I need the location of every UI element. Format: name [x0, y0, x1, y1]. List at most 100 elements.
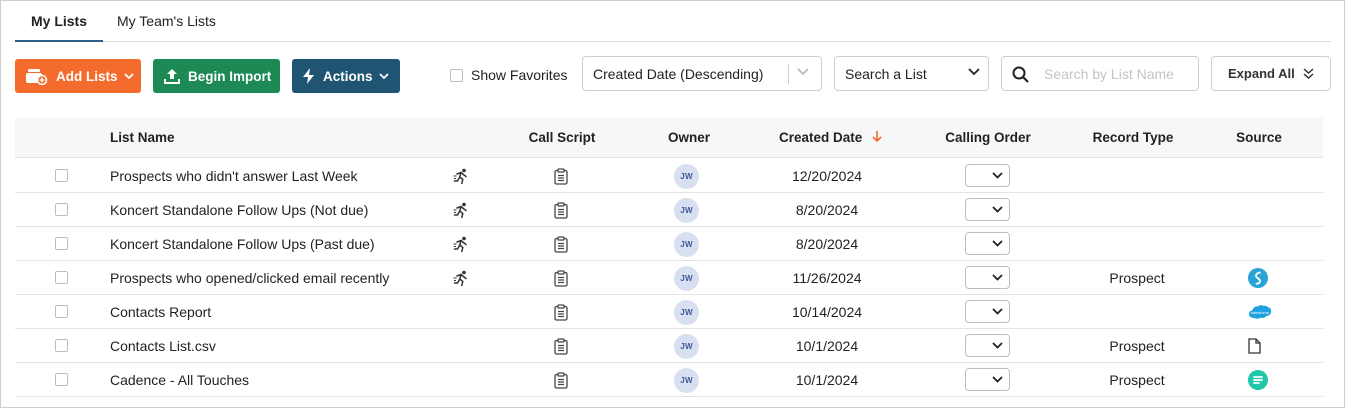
table-row[interactable]: Contacts List.csv JW 10/1/2024 Prospect: [15, 329, 1323, 363]
calling-order-select[interactable]: [965, 198, 1010, 221]
clipboard-icon[interactable]: [554, 167, 568, 185]
list-name[interactable]: Contacts Report: [110, 295, 211, 329]
source-cell: salesforce: [1248, 295, 1272, 329]
clipboard-icon[interactable]: [554, 371, 568, 389]
clipboard-icon[interactable]: [554, 235, 568, 253]
list-name[interactable]: Prospects who didn't answer Last Week: [110, 159, 358, 193]
owner-avatar[interactable]: JW: [674, 265, 699, 291]
actions-label: Actions: [323, 68, 373, 84]
source-cell: [1248, 329, 1261, 363]
column-header-list-name[interactable]: List Name: [110, 118, 175, 158]
search-input[interactable]: [1044, 64, 1192, 84]
runner-icon[interactable]: [453, 236, 470, 253]
chevron-down-icon: [992, 308, 1003, 315]
table-row[interactable]: Koncert Standalone Follow Ups (Not due) …: [15, 193, 1323, 227]
show-favorites-toggle[interactable]: Show Favorites: [450, 67, 567, 83]
column-header-source[interactable]: Source: [1236, 118, 1282, 158]
table-row[interactable]: Koncert Standalone Follow Ups (Past due)…: [15, 227, 1323, 261]
chevron-down-icon: [992, 206, 1003, 213]
sort-order-select[interactable]: Created Date (Descending): [582, 56, 822, 91]
search-box[interactable]: [1001, 56, 1199, 91]
column-header-owner[interactable]: Owner: [668, 118, 710, 158]
call-script-cell: [554, 193, 568, 227]
calling-order-select[interactable]: [965, 266, 1010, 289]
double-chevron-down-icon: [1303, 68, 1314, 79]
tab-bar: My Lists My Team's Lists: [15, 1, 1331, 42]
table-row[interactable]: Prospects who didn't answer Last Week JW…: [15, 159, 1323, 193]
owner-avatar[interactable]: JW: [674, 299, 699, 325]
owner-avatar[interactable]: JW: [674, 333, 699, 359]
chevron-down-icon: [992, 240, 1003, 247]
runner-icon-cell: [453, 261, 470, 295]
list-name[interactable]: Koncert Standalone Follow Ups (Past due): [110, 227, 375, 261]
row-checkbox[interactable]: [55, 305, 68, 318]
table-row[interactable]: Contacts Report JW 10/14/2024 salesforce: [15, 295, 1323, 329]
owner-cell: JW: [674, 193, 699, 227]
row-checkbox[interactable]: [55, 339, 68, 352]
runner-icon[interactable]: [453, 168, 470, 185]
add-lists-button[interactable]: Add Lists: [15, 59, 141, 93]
clipboard-icon[interactable]: [554, 201, 568, 219]
calling-order-select[interactable]: [965, 334, 1010, 357]
owner-cell: JW: [674, 159, 699, 193]
runner-icon[interactable]: [453, 270, 470, 287]
chevron-down-icon: [378, 72, 389, 79]
calling-order-select[interactable]: [965, 232, 1010, 255]
owner-cell: JW: [674, 227, 699, 261]
list-name[interactable]: Koncert Standalone Follow Ups (Not due): [110, 193, 368, 227]
clipboard-icon[interactable]: [554, 269, 568, 287]
chevron-down-icon: [992, 274, 1003, 281]
list-name[interactable]: Contacts List.csv: [110, 329, 216, 363]
record-type: Prospect: [1109, 270, 1165, 286]
record-type: Prospect: [1109, 372, 1165, 388]
calling-order-select[interactable]: [965, 300, 1010, 323]
clipboard-icon[interactable]: [554, 337, 568, 355]
chevron-down-icon: [123, 72, 134, 79]
created-date: 8/20/2024: [795, 202, 859, 218]
row-checkbox[interactable]: [55, 373, 68, 386]
row-checkbox[interactable]: [55, 169, 68, 182]
begin-import-button[interactable]: Begin Import: [153, 59, 280, 93]
owner-cell: JW: [674, 295, 699, 329]
created-date: 11/26/2024: [792, 270, 862, 286]
calling-order-select[interactable]: [965, 164, 1010, 187]
upload-icon: [164, 68, 180, 84]
column-header-created-date[interactable]: Created Date: [779, 118, 882, 158]
column-header-calling-order[interactable]: Calling Order: [945, 118, 1031, 158]
clipboard-icon[interactable]: [554, 303, 568, 321]
app-frame: My Lists My Team's Lists Add Lists Begin…: [0, 0, 1345, 408]
search-a-list-select[interactable]: Search a List: [834, 56, 989, 91]
list-name[interactable]: Cadence - All Touches: [110, 363, 249, 397]
tab-my-lists[interactable]: My Lists: [15, 1, 103, 42]
created-date-label: Created Date: [779, 130, 863, 145]
table-row[interactable]: Prospects who opened/clicked email recen…: [15, 261, 1323, 295]
owner-avatar[interactable]: JW: [674, 163, 699, 189]
list-name[interactable]: Prospects who opened/clicked email recen…: [110, 261, 389, 295]
created-date: 10/14/2024: [791, 304, 863, 320]
tab-my-teams-lists[interactable]: My Team's Lists: [117, 1, 216, 42]
owner-avatar[interactable]: JW: [674, 367, 699, 393]
column-header-call-script[interactable]: Call Script: [529, 118, 596, 158]
owner-cell: JW: [674, 363, 699, 397]
created-date: 8/20/2024: [795, 236, 859, 252]
row-checkbox[interactable]: [55, 237, 68, 250]
source-cell: [1248, 363, 1268, 397]
row-checkbox[interactable]: [55, 203, 68, 216]
owner-avatar[interactable]: JW: [674, 197, 699, 223]
runner-icon[interactable]: [453, 202, 470, 219]
show-favorites-checkbox[interactable]: [450, 68, 463, 82]
table-row[interactable]: Cadence - All Touches JW 10/1/2024 Prosp…: [15, 363, 1323, 397]
owner-avatar[interactable]: JW: [674, 231, 699, 257]
chevron-down-icon: [992, 376, 1003, 383]
calling-order-select[interactable]: [965, 368, 1010, 391]
row-checkbox[interactable]: [55, 271, 68, 284]
table-header: List Name Call Script Owner Created Date…: [15, 118, 1323, 158]
sort-order-value: Created Date (Descending): [593, 65, 764, 82]
expand-all-button[interactable]: Expand All: [1211, 56, 1331, 91]
sort-arrow-down-icon: [872, 131, 882, 143]
chevron-down-icon: [797, 68, 809, 76]
column-header-record-type[interactable]: Record Type: [1093, 118, 1174, 158]
call-script-cell: [554, 295, 568, 329]
actions-button[interactable]: Actions: [292, 59, 400, 93]
select-separator: [788, 64, 789, 84]
